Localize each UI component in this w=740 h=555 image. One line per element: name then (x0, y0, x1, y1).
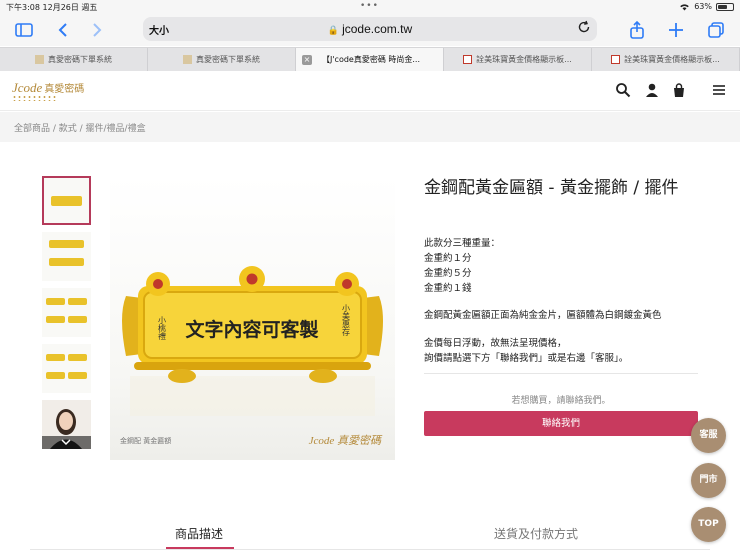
thumbnail-plaque (68, 316, 87, 323)
price-note-line: 詢價請點選下方「聯絡我們」或是右邊「客服」。 (424, 353, 629, 364)
browser-tab[interactable]: 真愛密碼下單系統 (148, 48, 296, 71)
thumbnail-plaque (68, 298, 87, 305)
product-thumbnail-3[interactable] (42, 288, 91, 337)
status-right: 63% (679, 2, 734, 11)
battery-fill (718, 4, 727, 9)
breadcrumb-text[interactable]: 全部商品 / 款式 / 擺件/禮品/禮盒 (14, 124, 146, 134)
browser-toolbar: 大小 🔒 jcode.com.tw (0, 14, 740, 46)
wifi-icon (680, 3, 690, 10)
thumbnail-plaque (49, 240, 84, 248)
account-icon[interactable] (644, 82, 660, 98)
browser-tab[interactable]: 詮美珠寶黃金價格顯示板... (444, 48, 592, 71)
tab-label: 真愛密碼下單系統 (48, 55, 112, 64)
multitasking-dots-icon[interactable]: ••• (360, 1, 379, 11)
customer-service-button[interactable]: 客服 (691, 418, 726, 453)
thumbnail-plaque (46, 316, 65, 323)
lock-icon: 🔒 (327, 25, 340, 35)
active-tab-underline (166, 547, 234, 549)
thumbnail-plaque (49, 258, 84, 266)
reload-icon[interactable] (577, 20, 591, 34)
status-time-date: 下午3:08 12月26日 週五 (6, 2, 97, 13)
browser-tab[interactable]: 真愛密碼下單系統 (0, 48, 148, 71)
forward-icon[interactable] (86, 20, 106, 40)
contact-us-button[interactable]: 聯絡我們 (424, 411, 698, 436)
battery-icon (716, 2, 734, 11)
weight-list: 此款分三種重量： 金重約１分 金重約５分 金重約１錢 (424, 236, 500, 296)
weight-item: 金重約１分 (424, 253, 472, 264)
image-caption: 金鋼配 黃金匾額 (120, 437, 172, 445)
model-photo-icon (42, 409, 91, 449)
logo-cn: 真愛密碼 (44, 84, 85, 95)
breadcrumb[interactable]: 全部商品 / 款式 / 擺件/禮品/禮盒 (0, 112, 740, 142)
favicon-icon (463, 55, 473, 64)
browser-tab[interactable]: × 【J'code真愛密碼 時尚金... (296, 48, 444, 71)
address-bar[interactable]: 大小 🔒 jcode.com.tw (143, 17, 597, 41)
status-date: 12月26日 週五 (42, 3, 98, 12)
weight-item: 金重約５分 (424, 268, 472, 279)
store-button[interactable]: 門市 (691, 463, 726, 498)
thumbnail-plaque (68, 372, 87, 379)
tab-product-description[interactable]: 商品描述 (175, 525, 223, 542)
product-thumbnail-5[interactable] (42, 400, 91, 449)
url-display[interactable]: 🔒 jcode.com.tw (143, 22, 597, 36)
sidebar-icon[interactable] (14, 20, 34, 40)
weight-item: 金重約１錢 (424, 283, 472, 294)
price-note: 金價每日浮動，故無法呈現價格， 詢價請點選下方「聯絡我們」或是右邊「客服」。 (424, 336, 628, 366)
thumbnail-plaque (51, 196, 82, 206)
weight-intro: 此款分三種重量： (424, 238, 501, 249)
price-note-line: 金價每日浮動，故無法呈現價格， (424, 338, 567, 349)
thumbnail-plaque (46, 372, 65, 379)
battery-percent: 63% (694, 2, 712, 11)
thumbnail-plaque (46, 354, 65, 361)
site-logo[interactable]: Jcode 真愛密碼 (12, 79, 85, 101)
browser-tab[interactable]: 詮美珠寶黃金價格顯示板... (592, 48, 740, 71)
thumbnail-plaque (46, 298, 65, 305)
status-time: 下午3:08 (6, 3, 40, 12)
tab-label: 【J'code真愛密碼 時尚金... (322, 55, 421, 64)
product-thumbnail-2[interactable] (42, 232, 91, 281)
back-icon[interactable] (54, 20, 74, 40)
logo-text: Jcode (12, 80, 43, 95)
plaque-right-text: 小美惠存 (342, 304, 351, 336)
product-description: 金鋼配黃金匾額正面為純金金片，匾額體為白鋼鍍金黃色 (424, 310, 662, 321)
buy-hint: 若想購買，請聯絡我們。 (511, 396, 611, 406)
product-title: 金鋼配黃金匾額 - 黃金擺飾 / 擺件 (424, 178, 679, 198)
tab-overview-icon[interactable] (706, 20, 726, 40)
plaque-left-text: 小桃禮 (158, 316, 167, 341)
favicon-icon (35, 55, 44, 64)
cart-icon[interactable] (671, 82, 687, 98)
favicon-icon (183, 55, 192, 64)
thumbnail-plaque (68, 354, 87, 361)
url-text: jcode.com.tw (342, 22, 413, 36)
tab-label: 詮美珠寶黃金價格顯示板... (476, 55, 572, 64)
favicon-icon (611, 55, 621, 64)
tab-close-icon[interactable]: × (302, 54, 312, 65)
product-thumbnail-1[interactable] (42, 176, 91, 225)
tab-label: 真愛密碼下單系統 (196, 55, 260, 64)
logo-dots (12, 95, 56, 101)
search-icon[interactable] (615, 82, 631, 98)
tab-label: 詮美珠寶黃金價格顯示板... (624, 55, 720, 64)
status-bar: 下午3:08 12月26日 週五 ••• 63% (0, 0, 740, 14)
tab-shipping-payment[interactable]: 送貨及付款方式 (494, 525, 578, 542)
site-header: Jcode 真愛密碼 (0, 71, 740, 111)
gold-plaque-image: 小桃禮 小美惠存 文字內容可客製 (122, 266, 383, 416)
plaque-main-text: 文字內容可客製 (185, 318, 318, 341)
product-thumbnail-4[interactable] (42, 344, 91, 393)
new-tab-icon[interactable] (666, 20, 686, 40)
menu-icon[interactable] (711, 82, 727, 98)
back-to-top-button[interactable]: TOP (691, 507, 726, 542)
product-main-image[interactable]: 小桃禮 小美惠存 文字內容可客製 金鋼配 黃金匾額 Jcode 真愛密碼 (110, 176, 395, 460)
tabs-divider (30, 549, 710, 550)
divider (424, 373, 698, 374)
browser-tabs: 真愛密碼下單系統 真愛密碼下單系統 × 【J'code真愛密碼 時尚金... 詮美珠寶黃… (0, 47, 740, 71)
share-icon[interactable] (627, 20, 647, 40)
image-watermark: Jcode 真愛密碼 (308, 435, 381, 447)
